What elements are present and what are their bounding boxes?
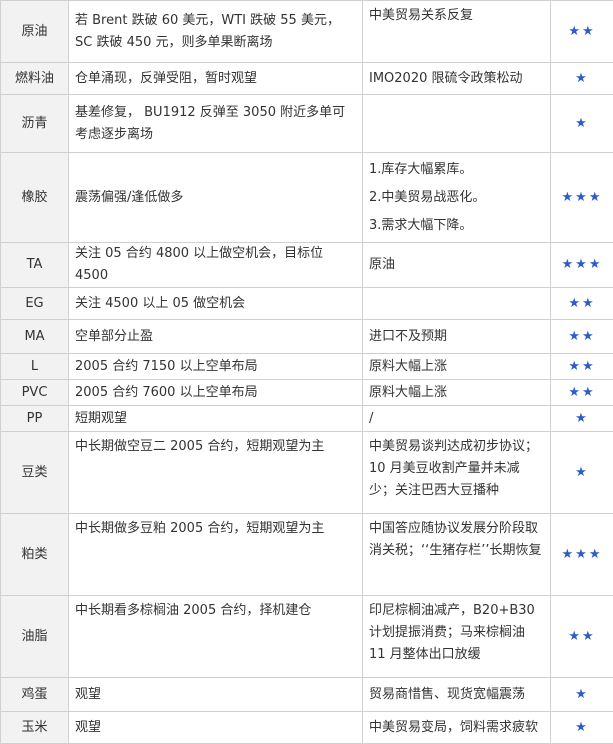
risk-line: 原料大幅上涨 — [369, 359, 447, 374]
strategy-cell: 若 Brent 跌破 60 美元，WTI 跌破 55 美元，SC 跌破 450 … — [69, 1, 363, 63]
risk-cell: 中美贸易变局，饲料需求疲软 — [363, 712, 551, 744]
rating-stars: ★★ — [551, 380, 613, 406]
commodity-name: 粕类 — [1, 514, 69, 596]
commodity-name: L — [1, 354, 69, 380]
commodity-name: 鸡蛋 — [1, 678, 69, 712]
commodity-name: PVC — [1, 380, 69, 406]
risk-cell: 贸易商惜售、现货宽幅震荡 — [363, 678, 551, 712]
risk-line: 贸易商惜售、现货宽幅震荡 — [369, 687, 525, 702]
strategy-cell: 空单部分止盈 — [69, 320, 363, 354]
risk-cell: 印尼棕榈油减产，B20+B30 计划提振消费；马来棕榈油 11 月整体出口放缓 — [363, 596, 551, 678]
risk-line: / — [369, 411, 373, 426]
table-row: PP 短期观望 / ★ — [1, 406, 613, 432]
commodity-name: 玉米 — [1, 712, 69, 744]
table-row: 燃料油 仓单涌现，反弹受阻，暂时观望 IMO2020 限硫令政策松动 ★ — [1, 63, 613, 95]
rating-stars: ★★ — [551, 354, 613, 380]
rating-stars: ★ — [551, 432, 613, 514]
rating-stars: ★★ — [551, 596, 613, 678]
strategy-table: 原油 若 Brent 跌破 60 美元，WTI 跌破 55 美元，SC 跌破 4… — [0, 0, 613, 744]
risk-cell: 原料大幅上涨 — [363, 354, 551, 380]
risk-line: 印尼棕榈油减产，B20+B30 计划提振消费；马来棕榈油 11 月整体出口放缓 — [369, 603, 535, 662]
risk-line: 中美贸易关系反复 — [369, 8, 473, 23]
risk-cell: 中美贸易谈判达成初步协议；10 月美豆收割产量并未减少；关注巴西大豆播种 — [363, 432, 551, 514]
risk-line: 1.库存大幅累库。 — [369, 156, 544, 184]
strategy-cell: 震荡偏强/逢低做多 — [69, 153, 363, 243]
rating-stars: ★★ — [551, 1, 613, 63]
commodity-name: MA — [1, 320, 69, 354]
risk-cell — [363, 95, 551, 153]
strategy-cell: 仓单涌现，反弹受阻，暂时观望 — [69, 63, 363, 95]
table-row: 粕类 中长期做多豆粕 2005 合约，短期观望为主 中国答应随协议发展分阶段取消… — [1, 514, 613, 596]
commodity-name: 燃料油 — [1, 63, 69, 95]
table-row: 原油 若 Brent 跌破 60 美元，WTI 跌破 55 美元，SC 跌破 4… — [1, 1, 613, 63]
commodity-name: 豆类 — [1, 432, 69, 514]
rating-stars: ★ — [551, 712, 613, 744]
rating-stars: ★★ — [551, 320, 613, 354]
table-row: PVC 2005 合约 7600 以上空单布局 原料大幅上涨 ★★ — [1, 380, 613, 406]
commodity-name: PP — [1, 406, 69, 432]
table-row: 沥青 基差修复， BU1912 反弹至 3050 附近多单可考虑逐步离场 ★ — [1, 95, 613, 153]
commodity-name: 油脂 — [1, 596, 69, 678]
risk-line: 原油 — [369, 257, 395, 272]
risk-cell: / — [363, 406, 551, 432]
table-row: 油脂 中长期看多棕榈油 2005 合约，择机建仓 印尼棕榈油减产，B20+B30… — [1, 596, 613, 678]
strategy-cell: 中长期做多豆粕 2005 合约，短期观望为主 — [69, 514, 363, 596]
risk-cell: 中美贸易关系反复 — [363, 1, 551, 63]
strategy-cell: 中长期看多棕榈油 2005 合约，择机建仓 — [69, 596, 363, 678]
table-row: EG 关注 4500 以上 05 做空机会 ★★ — [1, 288, 613, 320]
strategy-cell: 观望 — [69, 678, 363, 712]
strategy-cell: 2005 合约 7600 以上空单布局 — [69, 380, 363, 406]
risk-line: 中美贸易谈判达成初步协议；10 月美豆收割产量并未减少；关注巴西大豆播种 — [369, 439, 538, 498]
table-row: 鸡蛋 观望 贸易商惜售、现货宽幅震荡 ★ — [1, 678, 613, 712]
commodity-name: 原油 — [1, 1, 69, 63]
commodity-name: TA — [1, 243, 69, 288]
risk-cell: 进口不及预期 — [363, 320, 551, 354]
table-row: MA 空单部分止盈 进口不及预期 ★★ — [1, 320, 613, 354]
rating-stars: ★★★ — [551, 514, 613, 596]
risk-cell: 1.库存大幅累库。 2.中美贸易战恶化。 3.需求大幅下降。 — [363, 153, 551, 243]
table-row: 橡胶 震荡偏强/逢低做多 1.库存大幅累库。 2.中美贸易战恶化。 3.需求大幅… — [1, 153, 613, 243]
strategy-cell: 短期观望 — [69, 406, 363, 432]
rating-stars: ★★★ — [551, 153, 613, 243]
table-row: 玉米 观望 中美贸易变局，饲料需求疲软 ★ — [1, 712, 613, 744]
risk-cell: 原料大幅上涨 — [363, 380, 551, 406]
risk-line: 2.中美贸易战恶化。 — [369, 184, 544, 212]
rating-stars: ★★ — [551, 288, 613, 320]
risk-cell — [363, 288, 551, 320]
strategy-cell: 观望 — [69, 712, 363, 744]
risk-cell: 原油 — [363, 243, 551, 288]
rating-stars: ★ — [551, 406, 613, 432]
risk-line: 进口不及预期 — [369, 329, 447, 344]
commodity-name: 橡胶 — [1, 153, 69, 243]
table-row: 豆类 中长期做空豆二 2005 合约，短期观望为主 中美贸易谈判达成初步协议；1… — [1, 432, 613, 514]
risk-line: 中国答应随协议发展分阶段取消关税；‘‘生猪存栏’’长期恢复 — [369, 521, 542, 558]
risk-cell: IMO2020 限硫令政策松动 — [363, 63, 551, 95]
risk-line: 原料大幅上涨 — [369, 385, 447, 400]
risk-line: 中美贸易变局，饲料需求疲软 — [369, 720, 538, 735]
strategy-cell: 关注 4500 以上 05 做空机会 — [69, 288, 363, 320]
rating-stars: ★★★ — [551, 243, 613, 288]
risk-line: IMO2020 限硫令政策松动 — [369, 71, 523, 86]
strategy-cell: 中长期做空豆二 2005 合约，短期观望为主 — [69, 432, 363, 514]
table-row: L 2005 合约 7150 以上空单布局 原料大幅上涨 ★★ — [1, 354, 613, 380]
rating-stars: ★ — [551, 678, 613, 712]
table-row: TA 关注 05 合约 4800 以上做空机会，目标位 4500 原油 ★★★ — [1, 243, 613, 288]
strategy-cell: 关注 05 合约 4800 以上做空机会，目标位 4500 — [69, 243, 363, 288]
commodity-name: 沥青 — [1, 95, 69, 153]
strategy-cell: 2005 合约 7150 以上空单布局 — [69, 354, 363, 380]
rating-stars: ★ — [551, 95, 613, 153]
commodity-name: EG — [1, 288, 69, 320]
strategy-cell: 基差修复， BU1912 反弹至 3050 附近多单可考虑逐步离场 — [69, 95, 363, 153]
risk-line: 3.需求大幅下降。 — [369, 212, 544, 240]
rating-stars: ★ — [551, 63, 613, 95]
risk-cell: 中国答应随协议发展分阶段取消关税；‘‘生猪存栏’’长期恢复 — [363, 514, 551, 596]
